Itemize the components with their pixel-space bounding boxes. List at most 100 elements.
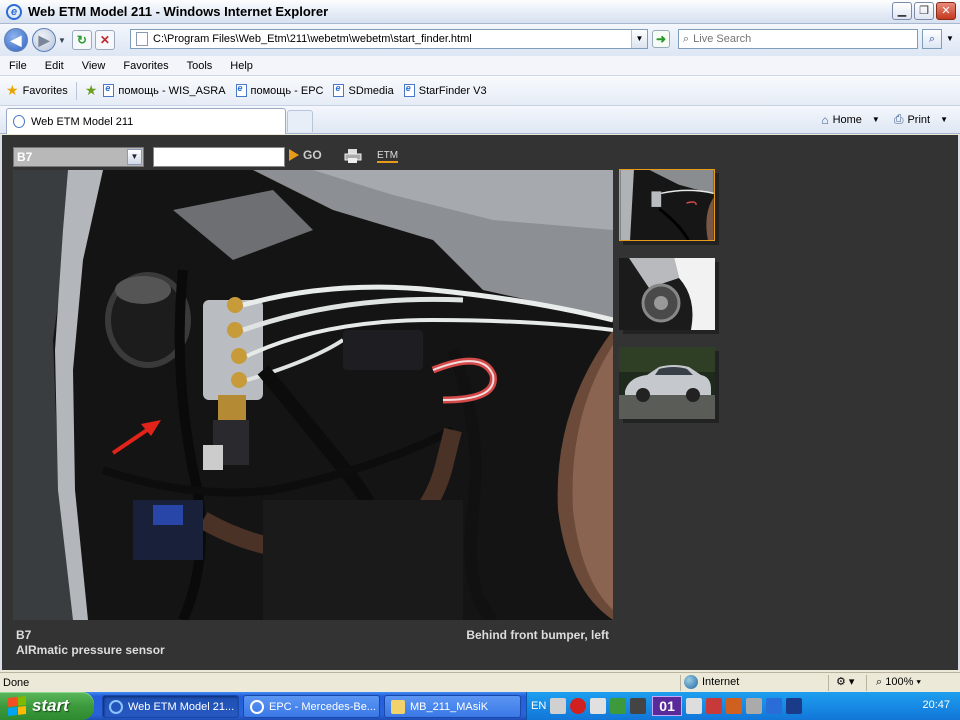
address-input[interactable]: C:\Program Files\Web_Etm\211\webetm\webe… [130,29,648,49]
protected-mode-icon[interactable]: ⚙ ▾ [836,675,854,688]
tray-app-icon[interactable] [765,698,782,714]
windows-flag-icon [8,696,26,716]
back-button[interactable]: ◀ [4,28,28,52]
tray-app-icon[interactable] [725,698,742,714]
title-bar: e Web ETM Model 211 - Windows Internet E… [0,0,960,24]
etm-link[interactable]: ETM [377,150,399,163]
component-search-input[interactable] [154,148,284,166]
ie-page-icon [403,83,415,97]
tray-app-icon[interactable] [630,698,647,714]
taskbar-item-label: MB_211_MAsiK [410,700,489,713]
divider [866,675,867,691]
divider [75,81,77,100]
ie-page-icon [13,115,25,128]
menu-file[interactable]: File [0,60,36,72]
component-code: B7 [16,628,32,642]
favorite-link-label: SDmedia [348,84,394,97]
stop-button[interactable]: ✕ [94,30,115,50]
menu-help[interactable]: Help [221,60,262,72]
search-options-icon[interactable]: ▼ [944,29,956,49]
maximize-button[interactable]: ❐ [914,2,934,20]
favorite-link-sdmedia[interactable]: SDmedia [333,83,394,97]
print-button[interactable]: ⎙ Print ▼ [894,112,948,127]
start-button[interactable]: start [0,692,94,720]
favorite-link-wis[interactable]: помощь - WIS_ASRA [103,83,226,97]
component-search-field[interactable] [153,147,285,167]
zoom-button[interactable]: ⌕ 100% ▾ [876,676,921,689]
menu-favorites[interactable]: Favorites [114,60,177,72]
printer-icon: ⎙ [893,112,904,126]
favorites-button[interactable]: Favorites [23,85,68,97]
tab-bar: Web ETM Model 211 ⌂ Home ▼ ⎙ Print ▼ [0,106,960,134]
language-indicator[interactable]: EN [531,700,546,712]
taskbar-item-label: EPC - Mercedes-Be... [269,700,376,713]
favorites-star-icon[interactable]: ★ [6,82,19,99]
close-button[interactable]: ✕ [936,2,956,20]
ie-page-icon [235,83,247,97]
chevron-down-icon[interactable]: ▼ [940,115,948,124]
ie-icon [109,699,123,714]
menu-view[interactable]: View [73,60,115,72]
taskbar: start Web ETM Model 21... EPC - Mercedes… [0,692,960,720]
component-select[interactable]: B7 ▼ [13,147,144,167]
go-button[interactable]: ➜ [652,30,670,48]
taskbar-item-web-etm[interactable]: Web ETM Model 21... [102,695,239,718]
print-icon[interactable] [344,148,362,164]
tray-app-icon[interactable] [745,698,762,714]
address-url[interactable]: C:\Program Files\Web_Etm\211\webetm\webe… [153,33,472,45]
favorite-link-starfinder[interactable]: StarFinder V3 [403,83,487,97]
tray-app-icon[interactable] [685,698,702,714]
menu-tools[interactable]: Tools [178,60,222,72]
tray-app-icon[interactable] [785,698,802,714]
thumbnail-wheel-well[interactable] [619,258,715,330]
component-photo [13,170,613,620]
component-location: Behind front bumper, left [466,628,609,642]
search-box[interactable]: ⌕ [678,29,918,49]
tray-app-icon[interactable] [610,698,627,714]
live-search-icon: ⌕ [683,32,690,45]
go-label: GO [303,148,322,162]
home-icon: ⌂ [821,112,829,127]
system-tray: EN 01 20:47 [526,692,960,720]
thumbnail-engine-bay[interactable] [619,169,715,241]
search-button[interactable]: ⌕ [922,29,942,49]
minimize-button[interactable]: ▁ [892,2,912,20]
history-dropdown-icon[interactable]: ▼ [58,36,66,45]
component-name: AIRmatic pressure sensor [16,643,165,657]
add-favorite-icon[interactable]: ★ [85,82,98,99]
ie-icon [250,699,264,714]
new-tab-button[interactable] [287,110,313,132]
home-label: Home [832,113,862,126]
tab-web-etm[interactable]: Web ETM Model 211 [6,108,286,134]
menu-edit[interactable]: Edit [36,60,73,72]
chevron-down-icon[interactable]: ▼ [127,149,142,165]
no-entry-icon[interactable] [570,698,587,714]
search-go-button[interactable]: GO [289,148,322,162]
zone-label: Internet [702,676,740,688]
status-text: Done [3,676,30,689]
address-dropdown-icon[interactable]: ▼ [631,30,647,48]
globe-icon [684,675,698,689]
tray-badge[interactable]: 01 [652,696,682,716]
tray-app-icon[interactable] [550,698,567,714]
security-zone: Internet [684,675,739,689]
chevron-down-icon[interactable]: ▼ [872,115,880,124]
refresh-button[interactable]: ↻ [71,30,92,50]
window-title: Web ETM Model 211 - Windows Internet Exp… [28,4,329,19]
forward-button[interactable]: ▶ [32,28,56,52]
tray-app-icon[interactable] [590,698,607,714]
taskbar-item-folder[interactable]: MB_211_MAsiK [384,695,521,718]
component-caption: B7 AIRmatic pressure sensor [16,628,165,658]
search-input[interactable] [693,33,894,45]
print-label: Print [907,113,931,126]
folder-icon [391,699,405,714]
taskbar-item-epc[interactable]: EPC - Mercedes-Be... [243,695,380,718]
thumbnail-car[interactable] [619,347,715,419]
zoom-icon: ⌕ [876,676,886,688]
play-arrow-icon [289,149,299,161]
home-button[interactable]: ⌂ Home ▼ [821,112,880,127]
favorite-link-epc[interactable]: помощь - EPC [235,83,323,97]
clock[interactable]: 20:47 [922,699,950,711]
menu-bar: File Edit View Favorites Tools Help [0,56,960,76]
tray-app-icon[interactable] [705,698,722,714]
